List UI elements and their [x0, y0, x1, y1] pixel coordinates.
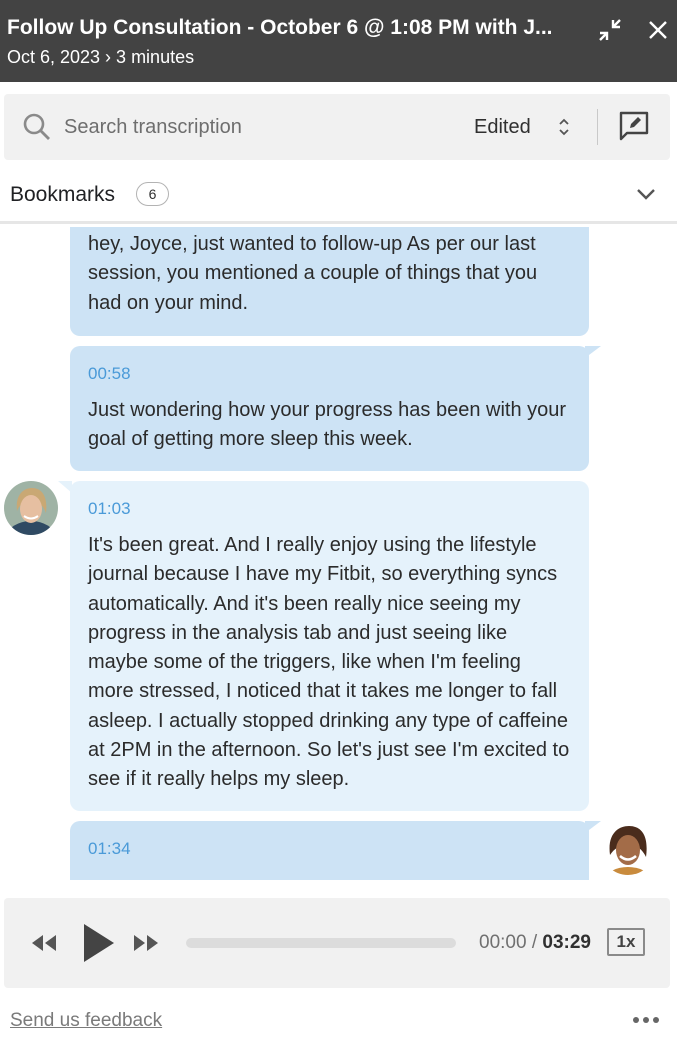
bookmarks-section[interactable]: Bookmarks 6: [0, 168, 677, 224]
bubble-tail: [585, 346, 601, 358]
header-bar: Follow Up Consultation - October 6 @ 1:0…: [0, 0, 677, 82]
close-button[interactable]: [642, 14, 674, 46]
current-time: 00:00: [479, 932, 527, 953]
coach-avatar-image: [601, 821, 655, 875]
transcript-message[interactable]: 01:34: [70, 821, 589, 880]
toolbar-divider: [597, 109, 598, 145]
playback-speed-button[interactable]: 1x: [607, 928, 645, 956]
play-button[interactable]: [80, 922, 116, 964]
client-avatar-image: [4, 481, 58, 535]
play-icon: [84, 924, 114, 962]
message-timestamp[interactable]: 00:58: [88, 364, 571, 384]
rewind-button[interactable]: [30, 931, 58, 955]
transcript-message[interactable]: 01:03 It's been great. And I really enjo…: [70, 481, 589, 811]
transcript-list[interactable]: hey, Joyce, just wanted to follow-up As …: [0, 227, 677, 880]
fast-forward-button[interactable]: [132, 931, 160, 955]
message-text: Just wondering how your progress has bee…: [88, 399, 567, 451]
search-bar: Edited: [4, 94, 670, 160]
bubble-tail: [585, 821, 601, 833]
minimize-button[interactable]: [594, 14, 626, 46]
fast-rewind-icon: [32, 935, 56, 951]
version-label: Edited: [474, 115, 531, 138]
client-avatar: [4, 481, 58, 535]
session-title: Follow Up Consultation - October 6 @ 1:0…: [7, 16, 553, 39]
search-input[interactable]: [64, 112, 444, 142]
unfold-icon: [559, 118, 569, 136]
fast-forward-icon: [134, 935, 158, 951]
session-subtitle: Oct 6, 2023 › 3 minutes: [7, 47, 195, 67]
transcript-message[interactable]: 00:58 Just wondering how your progress h…: [70, 346, 589, 471]
search-icon: [23, 113, 50, 140]
chevron-down-icon[interactable]: [632, 180, 660, 208]
coach-avatar: [601, 821, 655, 875]
bookmarks-count-badge: 6: [136, 182, 169, 206]
playback-time: 00:00 / 03:29: [479, 932, 591, 954]
collapse-icon: [599, 19, 621, 41]
edit-comment-button[interactable]: [616, 108, 652, 144]
message-timestamp[interactable]: 01:03: [88, 499, 571, 519]
send-feedback-link[interactable]: Send us feedback: [10, 1010, 162, 1032]
message-text: It's been great. And I really enjoy usin…: [88, 534, 570, 791]
message-text: hey, Joyce, just wanted to follow-up As …: [88, 233, 538, 314]
bookmarks-label: Bookmarks: [10, 183, 116, 206]
close-icon: [649, 21, 667, 39]
more-options-icon[interactable]: [632, 1010, 660, 1030]
playback-progress-bar[interactable]: [186, 938, 456, 948]
total-time: 03:29: [542, 932, 591, 953]
time-separator: /: [531, 932, 538, 953]
version-select[interactable]: Edited: [474, 108, 571, 146]
transcript-message[interactable]: hey, Joyce, just wanted to follow-up As …: [70, 227, 589, 336]
message-timestamp[interactable]: 01:34: [88, 839, 571, 859]
audio-player: 00:00 / 03:29 1x: [4, 898, 670, 988]
rate-review-icon: [619, 111, 649, 141]
